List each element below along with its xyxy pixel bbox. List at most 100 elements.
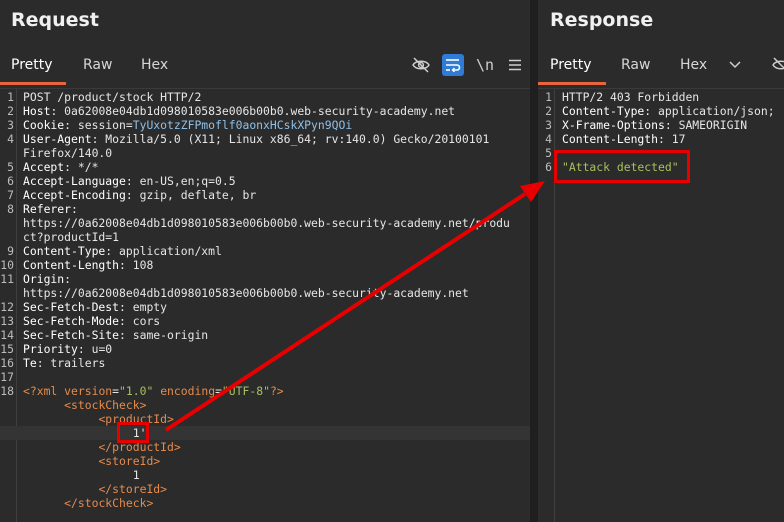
tab-raw[interactable]: Raw <box>621 57 650 73</box>
line-number: 6 <box>545 160 552 174</box>
code-line: </productId> <box>0 440 530 454</box>
code-token: : en-US,en;q=0.5 <box>125 174 236 188</box>
line-code: https://0a62008e04db1d098010583e006b00b0… <box>23 216 510 230</box>
code-line: Firefox/140.0 <box>0 146 530 160</box>
code-line: 5 Accept: */* <box>0 160 530 174</box>
line-number: 14 <box>0 328 14 342</box>
line-code: Referer: <box>23 202 78 216</box>
line-code: Content-Length: 17 <box>562 132 685 146</box>
code-token: <?xml <box>23 384 65 398</box>
tab-hex[interactable]: Hex <box>680 57 707 73</box>
code-token: User-Agent <box>23 132 92 146</box>
annotation-box-response <box>554 150 690 183</box>
code-token: : <box>71 202 78 216</box>
line-code: POST /product/stock HTTP/2 <box>23 90 201 104</box>
code-line: 16 Te: trailers <box>0 356 530 370</box>
code-line: 1 HTTP/2 403 Forbidden <box>538 90 784 104</box>
code-line: 13 Sec-Fetch-Mode: cors <box>0 314 530 328</box>
line-code: Origin: <box>23 272 71 286</box>
code-token: X-Frame-Options <box>562 118 665 132</box>
code-line: 17 <box>0 370 530 384</box>
code-line: 10 Content-Length: 108 <box>0 258 530 272</box>
line-code: Content-Length: 108 <box>23 258 153 272</box>
code-line: 2 Content-Type: application/json; <box>538 104 784 118</box>
line-number: 16 <box>0 356 14 370</box>
line-code: </stockCheck> <box>23 496 153 510</box>
line-code: Host: 0a62008e04db1d098010583e006b00b0.w… <box>23 104 455 118</box>
code-line: 4 Content-Length: 17 <box>538 132 784 146</box>
code-line: 3 X-Frame-Options: SAMEORIGIN <box>538 118 784 132</box>
response-title: Response <box>550 9 654 31</box>
line-code: Content-Type: application/json; <box>562 104 781 118</box>
code-token: ct?productId=1 <box>23 230 120 244</box>
code-token: Origin <box>23 272 65 286</box>
tab-hex[interactable]: Hex <box>141 57 168 73</box>
code-token: HTTP/2 403 Forbidden <box>562 90 700 104</box>
code-token: Sec-Fetch-Mode <box>23 314 120 328</box>
tab-pretty[interactable]: Pretty <box>11 57 53 73</box>
line-number: 9 <box>7 244 14 258</box>
code-token: Content-Type <box>562 104 645 118</box>
code-line: </stockCheck> <box>0 496 530 510</box>
pane-divider[interactable] <box>530 0 538 522</box>
code-token: : 0a62008e04db1d098010583e006b00b0.web-s… <box>50 104 456 118</box>
line-code: <?xml version="1.0" encoding="UTF-8"?> <box>23 384 284 398</box>
code-token: POST /product/stock HTTP/2 <box>23 90 202 104</box>
code-line: 1 <box>0 468 530 482</box>
code-token: version <box>64 384 113 398</box>
request-editor[interactable]: 1 POST /product/stock HTTP/2 2 Host: 0a6200… <box>0 88 530 522</box>
code-token: "1.0" <box>119 384 154 398</box>
code-token: : application/xml <box>105 244 222 258</box>
line-number: 2 <box>545 104 552 118</box>
request-pane: Request Pretty Raw Hex \n 1 POST /product… <box>0 0 530 522</box>
code-token: <stockCheck> <box>64 398 147 412</box>
newline-toggle[interactable]: \n <box>474 54 496 76</box>
line-number: 12 <box>0 300 14 314</box>
line-number: 7 <box>7 188 14 202</box>
line-code: Sec-Fetch-Site: same-origin <box>23 328 208 342</box>
line-code: https://0a62008e04db1d098010583e006b00b0… <box>23 286 469 300</box>
code-line: 4 User-Agent: Mozilla/5.0 (X11; Linux x86… <box>0 132 530 146</box>
code-line: 12 Sec-Fetch-Dest: empty <box>0 300 530 314</box>
code-line: https://0a62008e04db1d098010583e006b00b0… <box>0 216 530 230</box>
code-token: Content-Type <box>23 244 106 258</box>
code-token: : same-origin <box>119 328 209 342</box>
code-token: https://0a62008e04db1d098010583e006b00b0… <box>23 286 469 300</box>
code-token: Firefox/140.0 <box>23 146 113 160</box>
line-code: <storeId> <box>23 454 160 468</box>
code-token: = <box>112 384 120 398</box>
hamburger-icon[interactable] <box>504 54 526 76</box>
active-tab-indicator <box>538 82 606 85</box>
code-line: 9 Content-Type: application/xml <box>0 244 530 258</box>
line-code: Sec-Fetch-Dest: empty <box>23 300 167 314</box>
code-token: TyUxotzZFPmoflf0aonxHCskXPyn9QOi <box>132 118 353 132</box>
tab-raw[interactable]: Raw <box>83 57 112 73</box>
code-token: </storeId> <box>98 482 168 496</box>
line-code: ct?productId=1 <box>23 230 119 244</box>
code-token: Priority <box>23 342 78 356</box>
chevron-down-icon[interactable] <box>724 54 746 76</box>
eye-off-icon[interactable] <box>410 54 432 76</box>
line-code: <productId> <box>23 412 173 426</box>
line-number: 6 <box>7 174 14 188</box>
active-tab-indicator <box>0 82 66 85</box>
code-line: 8 Referer: <box>0 202 530 216</box>
code-token: Cookie <box>23 118 65 132</box>
code-line: <stockCheck> <box>0 398 530 412</box>
eye-off-icon[interactable] <box>770 54 784 76</box>
wrap-lines-icon[interactable] <box>442 54 464 76</box>
code-token: ?> <box>269 384 284 398</box>
line-code: <stockCheck> <box>23 398 146 412</box>
line-code: HTTP/2 403 Forbidden <box>562 90 699 104</box>
line-code: Accept-Encoding: gzip, deflate, br <box>23 188 256 202</box>
code-token: </stockCheck> <box>64 496 154 510</box>
tab-pretty[interactable]: Pretty <box>550 57 592 73</box>
code-line: <storeId> <box>0 454 530 468</box>
line-number: 18 <box>0 384 14 398</box>
code-line: <productId> <box>0 412 530 426</box>
